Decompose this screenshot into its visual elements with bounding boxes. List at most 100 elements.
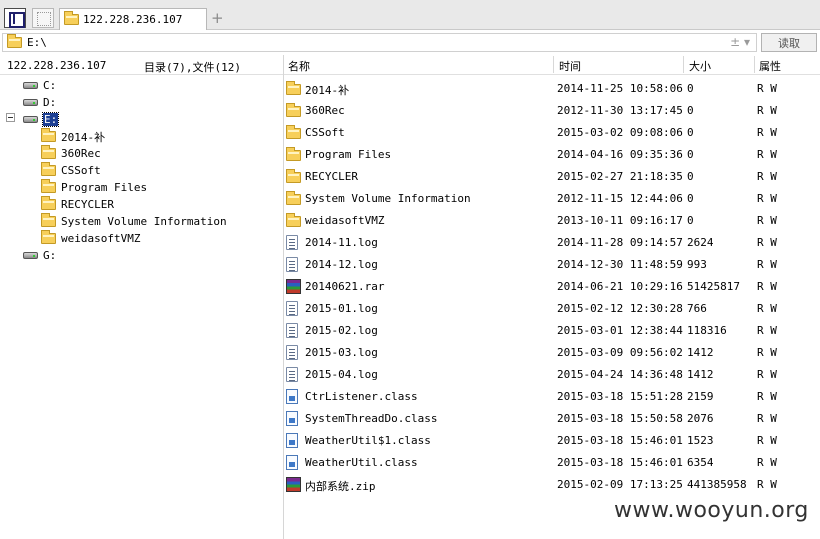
folder-icon xyxy=(41,128,56,142)
file-attributes: R W xyxy=(757,434,777,447)
log-file-icon xyxy=(286,301,298,319)
folder-label: CSSoft xyxy=(61,164,101,177)
file-list-header: 名称 时间 大小 属性 xyxy=(284,55,820,75)
file-name: 360Rec xyxy=(305,104,345,117)
file-name: weidasoftVMZ xyxy=(305,214,385,227)
file-size: 993 xyxy=(687,258,707,271)
folder-icon xyxy=(286,81,301,98)
file-time: 2013-10-11 09:16:17 xyxy=(557,214,683,227)
folder-icon xyxy=(286,191,301,208)
column-divider[interactable] xyxy=(754,56,755,73)
file-row[interactable]: 内部系统.zip 2015-02-09 17:13:25 441385958 R W xyxy=(284,474,820,496)
file-attributes: R W xyxy=(757,412,777,425)
file-row[interactable]: 2015-03.log 2015-03-09 09:56:02 1412 R W xyxy=(284,342,820,364)
tree-folder[interactable]: RECYCLER xyxy=(41,196,114,213)
file-name: WeatherUtil$1.class xyxy=(305,434,431,447)
folder-label: weidasoftVMZ xyxy=(61,232,141,245)
tab-remote-host[interactable]: 122.228.236.107 xyxy=(59,8,207,30)
file-attributes: R W xyxy=(757,346,777,359)
path-dropdown-icon[interactable]: ± ▾ xyxy=(730,35,750,49)
file-name: RECYCLER xyxy=(305,170,358,183)
file-row[interactable]: 2015-02.log 2015-03-01 12:38:44 118316 R W xyxy=(284,320,820,342)
tree-folder[interactable]: System Volume Information xyxy=(41,213,227,230)
file-attributes: R W xyxy=(757,302,777,315)
layout-toggle-button[interactable] xyxy=(4,8,26,28)
folder-icon xyxy=(41,230,56,244)
tree-drive-d[interactable]: D: xyxy=(23,94,56,111)
file-name: SystemThreadDo.class xyxy=(305,412,438,425)
drive-icon xyxy=(23,99,38,106)
file-row[interactable]: WeatherUtil.class 2015-03-18 15:46:01 6354… xyxy=(284,452,820,474)
file-row[interactable]: SystemThreadDo.class 2015-03-18 15:50:58 2… xyxy=(284,408,820,430)
file-time: 2015-03-18 15:46:01 xyxy=(557,456,683,469)
column-divider[interactable] xyxy=(683,56,684,73)
tree-drive-e[interactable]: E: xyxy=(23,111,60,128)
file-time: 2014-12-30 11:48:59 xyxy=(557,258,683,271)
file-row[interactable]: 2014-补 2014-11-25 10:58:06 0 R W xyxy=(284,78,820,100)
tree-folder[interactable]: weidasoftVMZ xyxy=(41,230,140,247)
file-row[interactable]: 2014-12.log 2014-12-30 11:48:59 993 R W xyxy=(284,254,820,276)
file-row[interactable]: WeatherUtil$1.class 2015-03-18 15:46:01 15… xyxy=(284,430,820,452)
folder-icon xyxy=(41,162,56,176)
tree-folder[interactable]: 360Rec xyxy=(41,145,101,162)
column-name[interactable]: 名称 xyxy=(288,58,310,74)
file-row[interactable]: 20140621.rar 2014-06-21 10:29:16 51425817 R… xyxy=(284,276,820,298)
tree-folder[interactable]: Program Files xyxy=(41,179,147,196)
file-row[interactable]: Program Files 2014-04-16 09:35:36 0 R W xyxy=(284,144,820,166)
read-button[interactable]: 读取 xyxy=(761,33,817,52)
blank-tab-button[interactable] xyxy=(32,8,54,28)
folder-icon xyxy=(286,169,301,186)
file-size: 0 xyxy=(687,126,694,139)
file-size: 1412 xyxy=(687,346,714,359)
tree-folder[interactable]: 2014-补 xyxy=(41,128,105,145)
path-input[interactable]: E:\ ± ▾ xyxy=(2,33,757,52)
tree-folder[interactable]: CSSoft xyxy=(41,162,101,179)
file-row[interactable]: System Volume Information 2012-11-15 12:4… xyxy=(284,188,820,210)
drive-label: D: xyxy=(43,96,57,109)
file-name: 2015-02.log xyxy=(305,324,378,337)
file-row[interactable]: 2014-11.log 2014-11-28 09:14:57 2624 R W xyxy=(284,232,820,254)
file-name: 2014-12.log xyxy=(305,258,378,271)
file-row[interactable]: 360Rec 2012-11-30 13:17:45 0 R W xyxy=(284,100,820,122)
file-attributes: R W xyxy=(757,236,777,249)
class-file-icon xyxy=(286,389,298,407)
column-time[interactable]: 时间 xyxy=(559,58,581,74)
folder-icon xyxy=(286,125,301,142)
file-row[interactable]: CSSoft 2015-03-02 09:08:06 0 R W xyxy=(284,122,820,144)
file-name: 内部系统.zip xyxy=(305,480,376,493)
file-row[interactable]: CtrListener.class 2015-03-18 15:51:28 2159… xyxy=(284,386,820,408)
log-file-icon xyxy=(286,257,298,275)
file-time: 2015-02-12 12:30:28 xyxy=(557,302,683,315)
tree-drive-c[interactable]: C: xyxy=(23,77,56,94)
watermark: www.wooyun.org xyxy=(614,498,809,523)
file-attributes: R W xyxy=(757,192,777,205)
file-size: 0 xyxy=(687,192,694,205)
collapse-icon[interactable] xyxy=(6,113,15,122)
path-text: E:\ xyxy=(27,36,47,49)
file-name: System Volume Information xyxy=(305,192,471,205)
file-row[interactable]: 2015-01.log 2015-02-12 12:30:28 766 R W xyxy=(284,298,820,320)
file-row[interactable]: RECYCLER 2015-02-27 21:18:35 0 R W xyxy=(284,166,820,188)
file-attributes: R W xyxy=(757,280,777,293)
folder-icon xyxy=(286,147,301,164)
file-attributes: R W xyxy=(757,390,777,403)
file-size: 1412 xyxy=(687,368,714,381)
file-size: 2159 xyxy=(687,390,714,403)
file-size: 0 xyxy=(687,104,694,117)
column-divider[interactable] xyxy=(553,56,554,73)
folder-icon xyxy=(64,11,79,25)
folder-label: 360Rec xyxy=(61,147,101,160)
file-name: Program Files xyxy=(305,148,392,161)
rar-archive-icon xyxy=(286,279,301,297)
new-tab-button[interactable]: + xyxy=(211,10,224,26)
folder-label: Program Files xyxy=(61,181,148,194)
file-row[interactable]: weidasoftVMZ 2013-10-11 09:16:17 0 R W xyxy=(284,210,820,232)
file-time: 2015-03-18 15:51:28 xyxy=(557,390,683,403)
file-row[interactable]: 2015-04.log 2015-04-24 14:36:48 1412 R W xyxy=(284,364,820,386)
host-label: 122.228.236.107 xyxy=(7,59,107,72)
column-size[interactable]: 大小 xyxy=(689,58,711,74)
column-attr[interactable]: 属性 xyxy=(759,58,781,74)
file-attributes: R W xyxy=(757,170,777,183)
class-file-icon xyxy=(286,433,298,451)
tree-drive-g[interactable]: G: xyxy=(23,247,56,264)
